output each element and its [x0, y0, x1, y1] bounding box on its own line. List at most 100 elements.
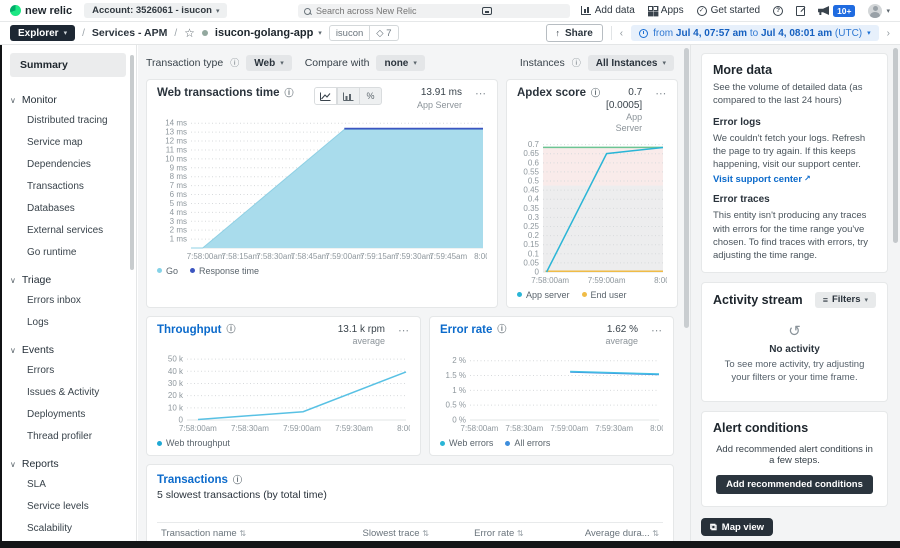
- sidebar-item-issues-activity[interactable]: Issues & Activity: [0, 381, 136, 403]
- svg-text:7:58:30am: 7:58:30am: [505, 424, 543, 433]
- sidebar-section-events[interactable]: ∨ Events: [0, 333, 136, 359]
- sidebar-item-deployments[interactable]: Deployments: [0, 403, 136, 425]
- global-search[interactable]: [298, 4, 570, 18]
- chart-legend[interactable]: Web errors All errors: [440, 438, 663, 448]
- sidebar-item-dependencies[interactable]: Dependencies: [0, 153, 136, 175]
- sidebar-section-monitor[interactable]: ∨ Monitor: [0, 83, 136, 109]
- activity-filters-button[interactable]: ≡ Filters ▾: [814, 291, 876, 308]
- add-recommended-conditions-button[interactable]: Add recommended conditions: [716, 475, 873, 495]
- column-header[interactable]: Error rate ⇅: [432, 522, 528, 541]
- entity-picker[interactable]: isucon-golang-app ▾: [215, 27, 322, 39]
- sidebar-item-transactions[interactable]: Transactions: [0, 175, 136, 197]
- line-chart-toggle[interactable]: [315, 88, 337, 104]
- account-switcher[interactable]: Account: 3526061 - isucon ▾: [84, 3, 228, 18]
- get-started-button[interactable]: ✓ Get started: [696, 5, 760, 16]
- legend-item[interactable]: Response time: [190, 266, 259, 276]
- legend-item[interactable]: End user: [581, 290, 627, 300]
- transaction-type-select[interactable]: Web ▾: [246, 55, 292, 71]
- tag-name: isucon: [335, 27, 364, 39]
- error-logs-title: Error logs: [713, 116, 761, 128]
- legend-item[interactable]: All errors: [505, 438, 550, 448]
- bar-chart-toggle[interactable]: [337, 88, 359, 104]
- info-icon[interactable]: ⓘ: [572, 58, 581, 68]
- error-rate-title-link[interactable]: Error rate ⓘ: [440, 324, 506, 336]
- entity-tags-badge[interactable]: isucon ◇ 7: [328, 25, 399, 41]
- compare-with-select[interactable]: none ▾: [376, 55, 425, 71]
- sidebar-item-errors-inbox[interactable]: Errors inbox: [0, 289, 136, 311]
- sidebar-item-logs[interactable]: Logs: [0, 311, 136, 333]
- svg-text:1 ms: 1 ms: [170, 234, 187, 243]
- apdex-chart-canvas[interactable]: 0 0.05 0.1 0.15 0.2 0.25 0.3 0.35 0.4 0.45 0.5 0.55…: [517, 135, 671, 287]
- main-scrollbar[interactable]: [684, 48, 689, 328]
- search-input[interactable]: [316, 6, 564, 16]
- announcements-button[interactable]: 10+: [818, 4, 856, 17]
- sidebar-item-errors[interactable]: Errors: [0, 359, 136, 381]
- transactions-card: Transactions ⓘ 5 slowest transactions (by…: [146, 464, 674, 541]
- legend-item[interactable]: Web errors: [440, 438, 493, 448]
- sidebar-item-sla[interactable]: SLA: [0, 473, 136, 495]
- throughput-title-link[interactable]: Throughput ⓘ: [157, 324, 236, 336]
- chart-menu-button[interactable]: ⋯: [651, 324, 663, 337]
- info-icon[interactable]: ⓘ: [230, 58, 239, 68]
- throughput-chart-canvas[interactable]: 0 10 k 20 k 30 k 40 k 50 k 7:58:00am 7:58:30am 7…: [157, 347, 415, 435]
- breadcrumb-section[interactable]: Services - APM: [92, 27, 167, 39]
- sidebar-item-summary[interactable]: Summary: [10, 53, 126, 77]
- info-icon[interactable]: ⓘ: [233, 475, 242, 485]
- legend-item[interactable]: Web throughput: [157, 438, 230, 448]
- release-notes-icon[interactable]: [796, 5, 806, 16]
- sidebar-item-service-map[interactable]: Service map: [0, 131, 136, 153]
- column-header[interactable]: Slowest trace ⇅: [310, 522, 433, 541]
- sidebar-item-external-services[interactable]: External services: [0, 219, 136, 241]
- legend-item[interactable]: App server: [517, 290, 570, 300]
- map-icon: ⧉: [710, 521, 717, 533]
- explorer-menu-button[interactable]: Explorer ▾: [10, 25, 76, 41]
- share-button[interactable]: ↑ Share: [545, 24, 603, 42]
- compare-with-value: none: [384, 57, 409, 69]
- panel-collapse-handle[interactable]: ›: [690, 282, 691, 312]
- transactions-title-link[interactable]: Transactions ⓘ: [157, 474, 663, 486]
- activity-stream-title: Activity stream: [713, 292, 803, 307]
- web-transactions-chart-canvas[interactable]: 1 ms 2 ms 3 ms 4 ms 5 ms 6 ms 7 ms 8 ms 9 ms 10 m…: [157, 111, 492, 263]
- alert-conditions-text: Add recommended alert conditions in a fe…: [716, 444, 873, 467]
- sidebar-scrollbar[interactable]: [130, 55, 134, 270]
- support-center-link[interactable]: Visit support center ↗: [713, 174, 811, 185]
- sidebar-item-service-levels[interactable]: Service levels: [0, 495, 136, 517]
- sidebar-section-triage[interactable]: ∨ Triage: [0, 263, 136, 289]
- legend-item[interactable]: Go: [157, 266, 178, 276]
- sidebar-item-go-runtime[interactable]: Go runtime: [0, 241, 136, 263]
- sidebar-item-databases[interactable]: Databases: [0, 197, 136, 219]
- time-range-picker[interactable]: from Jul 4, 07:57 am to Jul 4, 08:01 am …: [631, 25, 879, 41]
- user-menu[interactable]: ▾: [868, 3, 890, 18]
- column-header[interactable]: Transaction name ⇅: [157, 522, 311, 541]
- help-icon[interactable]: ?: [773, 5, 784, 16]
- sidebar-item-scalability[interactable]: Scalability: [0, 517, 136, 539]
- apps-button[interactable]: Apps: [647, 5, 684, 16]
- chart-menu-button[interactable]: ⋯: [475, 87, 487, 100]
- right-panel-scrollbar[interactable]: [893, 48, 898, 243]
- chart-legend[interactable]: Web throughput: [157, 438, 410, 448]
- chart-menu-button[interactable]: ⋯: [398, 324, 410, 337]
- chart-legend[interactable]: Go Response time: [157, 266, 487, 276]
- favorite-star-icon[interactable]: ☆: [184, 27, 195, 39]
- time-forward-button[interactable]: ›: [887, 28, 890, 39]
- error-rate-chart-canvas[interactable]: 0 % 0.5 % 1 % 1.5 % 2 % 7:58:00am 7:58:30am 7:5…: [440, 347, 668, 435]
- sidebar-section-reports[interactable]: ∨ Reports: [0, 447, 136, 473]
- svg-text:0.4: 0.4: [528, 194, 540, 203]
- chart-current-value: 1.62 % average: [605, 323, 638, 347]
- info-icon[interactable]: ⓘ: [497, 325, 506, 334]
- sidebar-item-thread-profiler[interactable]: Thread profiler: [0, 425, 136, 447]
- new-relic-logo[interactable]: new relic: [10, 5, 72, 17]
- instances-select[interactable]: All Instances ▾: [587, 55, 674, 71]
- info-icon[interactable]: ⓘ: [591, 88, 600, 98]
- info-icon[interactable]: ⓘ: [227, 325, 236, 334]
- chart-type-toggle: %: [314, 87, 382, 105]
- chart-menu-button[interactable]: ⋯: [655, 87, 667, 100]
- map-view-button[interactable]: ⧉ Map view: [701, 518, 774, 537]
- chart-legend[interactable]: App server End user: [517, 290, 667, 300]
- sidebar-item-distributed-tracing[interactable]: Distributed tracing: [0, 109, 136, 131]
- column-header[interactable]: Average dura... ⇅: [527, 522, 663, 541]
- info-icon[interactable]: ⓘ: [285, 88, 294, 98]
- add-data-button[interactable]: Add data: [580, 5, 635, 16]
- percent-toggle[interactable]: %: [359, 88, 381, 104]
- time-back-button[interactable]: ‹: [620, 28, 623, 39]
